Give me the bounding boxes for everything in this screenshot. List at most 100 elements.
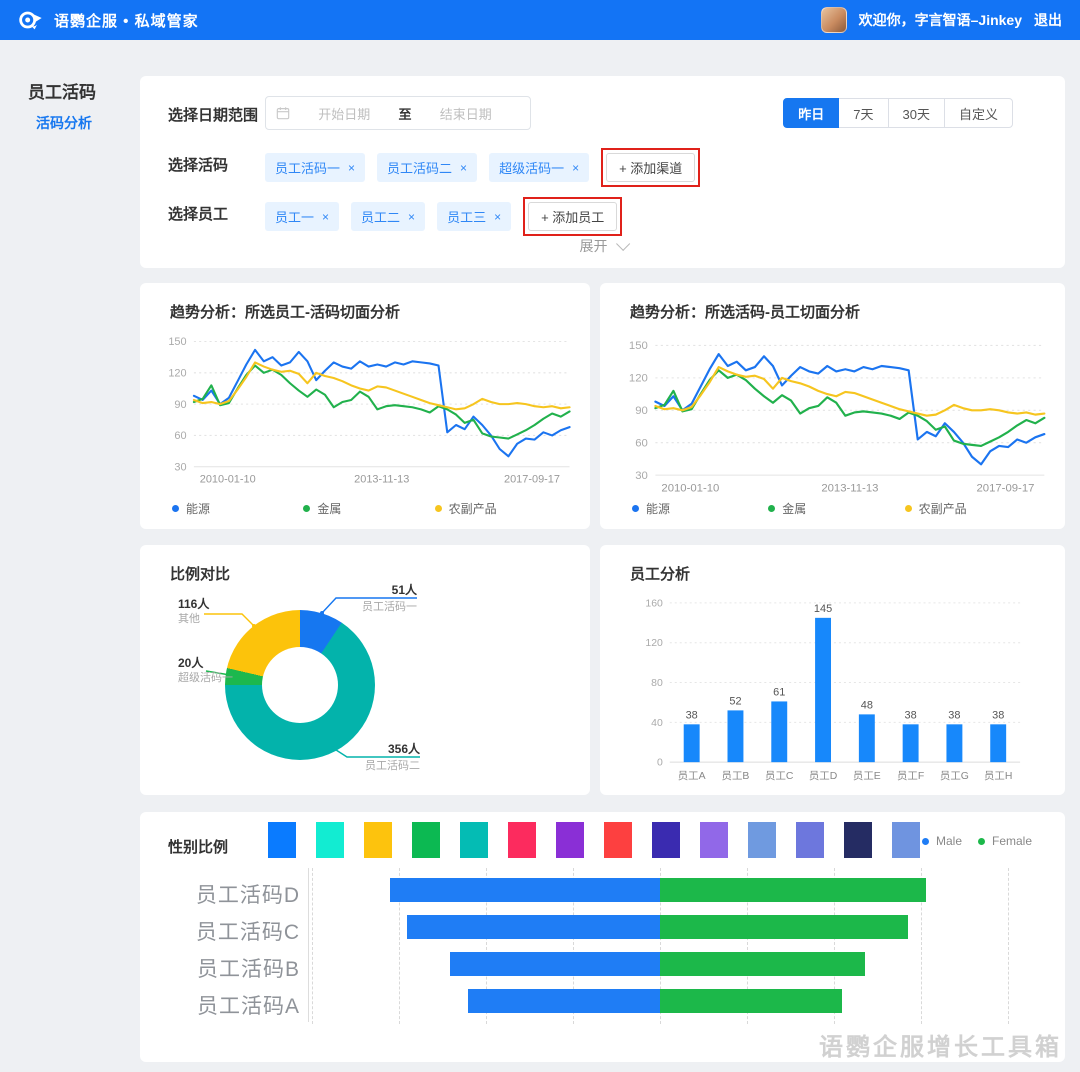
range-button-1[interactable]: 7天 xyxy=(838,98,888,128)
svg-text:2010-01-10: 2010-01-10 xyxy=(661,482,719,494)
legend-female: Female xyxy=(978,834,1032,848)
tag-close-icon[interactable]: × xyxy=(408,210,415,224)
female-dot-icon xyxy=(978,838,985,845)
trend-left-title: 趋势分析：所选员工-活码切面分析 xyxy=(170,301,400,322)
filter-tag[interactable]: 员工三× xyxy=(437,202,511,231)
tag-close-icon[interactable]: × xyxy=(572,161,579,175)
code-tag-row: 员工活码一×员工活码二×超级活码一×+ 添加渠道 xyxy=(265,148,700,187)
expand-toggle[interactable]: 展开 xyxy=(140,236,1065,256)
logout-link[interactable]: 退出 xyxy=(1034,10,1062,30)
legend-item[interactable]: 农副产品 xyxy=(435,500,566,517)
palette-swatch-2 xyxy=(364,822,392,858)
legend-label: 农副产品 xyxy=(919,500,967,517)
svg-text:2010-01-10: 2010-01-10 xyxy=(200,473,256,485)
tag-label: 员工二 xyxy=(361,207,400,226)
filter-tag[interactable]: 员工活码一× xyxy=(265,153,365,182)
filter-tag[interactable]: 超级活码一× xyxy=(489,153,589,182)
range-button-2[interactable]: 30天 xyxy=(888,98,945,128)
gender-gridline xyxy=(1008,868,1009,1024)
svg-text:员工A: 员工A xyxy=(678,770,706,782)
palette-swatch-12 xyxy=(844,822,872,858)
palette-swatch-0 xyxy=(268,822,296,858)
male-segment xyxy=(468,989,660,1013)
gender-axis-line xyxy=(308,868,309,1022)
svg-text:145: 145 xyxy=(814,603,832,615)
filter-tag[interactable]: 员工二 × xyxy=(351,202,425,231)
range-button-0[interactable]: 昨日 xyxy=(783,98,839,128)
legend-dot-icon xyxy=(905,505,912,512)
legend-dot-icon xyxy=(435,505,442,512)
svg-text:员工G: 员工G xyxy=(940,770,969,782)
svg-text:160: 160 xyxy=(645,598,663,609)
filter-tag[interactable]: 员工活码二 × xyxy=(377,153,477,182)
staff-tag-row: 员工一×员工二×员工三×+ 添加员工 xyxy=(265,197,622,236)
svg-text:120: 120 xyxy=(645,638,663,649)
gender-ratio-card: 性别比例 Male Female 员工活码D员工活码C员工活码B员工活码A xyxy=(140,812,1065,1062)
legend-item[interactable]: 金属 xyxy=(768,500,904,517)
gender-ratio-title: 性别比例 xyxy=(168,836,228,857)
staff-analysis-title: 员工分析 xyxy=(630,563,690,584)
svg-text:2013-11-13: 2013-11-13 xyxy=(821,482,878,494)
palette-swatch-6 xyxy=(556,822,584,858)
palette-swatch-3 xyxy=(412,822,440,858)
svg-text:90: 90 xyxy=(174,399,186,411)
code-select-label: 选择活码 xyxy=(168,154,228,175)
palette-swatch-7 xyxy=(604,822,632,858)
avatar[interactable] xyxy=(821,7,847,33)
svg-text:90: 90 xyxy=(635,405,648,417)
legend-item[interactable]: 农副产品 xyxy=(905,500,1041,517)
end-date-placeholder[interactable]: 结束日期 xyxy=(412,104,521,123)
svg-text:38: 38 xyxy=(948,709,960,721)
palette-swatch-10 xyxy=(748,822,776,858)
gender-row-label: 员工活码A xyxy=(160,990,300,1020)
svg-text:38: 38 xyxy=(905,709,917,721)
date-range-button-group: 昨日7天30天自定义 xyxy=(783,98,1013,128)
welcome-text: 欢迎你，字言智语–Jinkey xyxy=(859,10,1022,30)
legend-label: 金属 xyxy=(317,500,341,517)
svg-text:116人: 116人 xyxy=(178,596,210,611)
svg-text:员工B: 员工B xyxy=(722,770,750,782)
start-date-placeholder[interactable]: 开始日期 xyxy=(290,104,399,123)
gender-row-label: 员工活码D xyxy=(160,879,300,909)
range-button-3[interactable]: 自定义 xyxy=(944,98,1013,128)
chevron-down-icon xyxy=(616,237,630,251)
legend-item[interactable]: 能源 xyxy=(632,500,768,517)
staff-select-label: 选择员工 xyxy=(168,203,228,224)
tag-close-icon[interactable]: × xyxy=(322,210,329,224)
svg-text:52: 52 xyxy=(729,695,741,707)
svg-text:40: 40 xyxy=(651,718,663,729)
legend-male: Male xyxy=(922,834,962,848)
tag-label: 员工活码二 xyxy=(387,158,452,177)
tag-close-icon[interactable]: × xyxy=(494,210,501,224)
ratio-compare-card: 比例对比 51人员工活码一356人员工活码二20人超级活码一116人其他 xyxy=(140,545,590,795)
filter-tag[interactable]: 员工一× xyxy=(265,202,339,231)
palette-swatch-5 xyxy=(508,822,536,858)
svg-text:2017-09-17: 2017-09-17 xyxy=(976,482,1034,494)
parrot-logo-icon xyxy=(16,6,44,34)
ratio-compare-title: 比例对比 xyxy=(170,563,230,584)
tag-close-icon[interactable]: × xyxy=(348,161,355,175)
gender-bar xyxy=(468,989,842,1013)
palette-swatch-9 xyxy=(700,822,728,858)
add-channel-button[interactable]: + 添加渠道 xyxy=(606,153,695,182)
legend-item[interactable]: 能源 xyxy=(172,500,303,517)
palette-swatch-4 xyxy=(460,822,488,858)
gender-row-label: 员工活码B xyxy=(160,953,300,983)
svg-text:20人: 20人 xyxy=(178,655,204,670)
date-range-input[interactable]: 开始日期 至 结束日期 xyxy=(265,96,531,130)
svg-text:38: 38 xyxy=(992,709,1004,721)
legend-item[interactable]: 金属 xyxy=(303,500,434,517)
male-segment xyxy=(450,952,660,976)
legend-label: 金属 xyxy=(782,500,806,517)
svg-text:120: 120 xyxy=(168,367,186,379)
expand-label: 展开 xyxy=(580,238,608,254)
add-staff-button[interactable]: + 添加员工 xyxy=(528,202,617,231)
legend-label: 能源 xyxy=(646,500,670,517)
legend-label: 能源 xyxy=(186,500,210,517)
sidebar-item-code-analysis[interactable]: 活码分析 xyxy=(36,113,92,133)
tag-close-icon[interactable]: × xyxy=(460,161,467,175)
svg-text:2013-11-13: 2013-11-13 xyxy=(354,473,409,485)
svg-text:员工活码一: 员工活码一 xyxy=(362,600,417,613)
svg-text:员工D: 员工D xyxy=(809,770,838,782)
date-range-label: 选择日期范围 xyxy=(168,104,258,125)
